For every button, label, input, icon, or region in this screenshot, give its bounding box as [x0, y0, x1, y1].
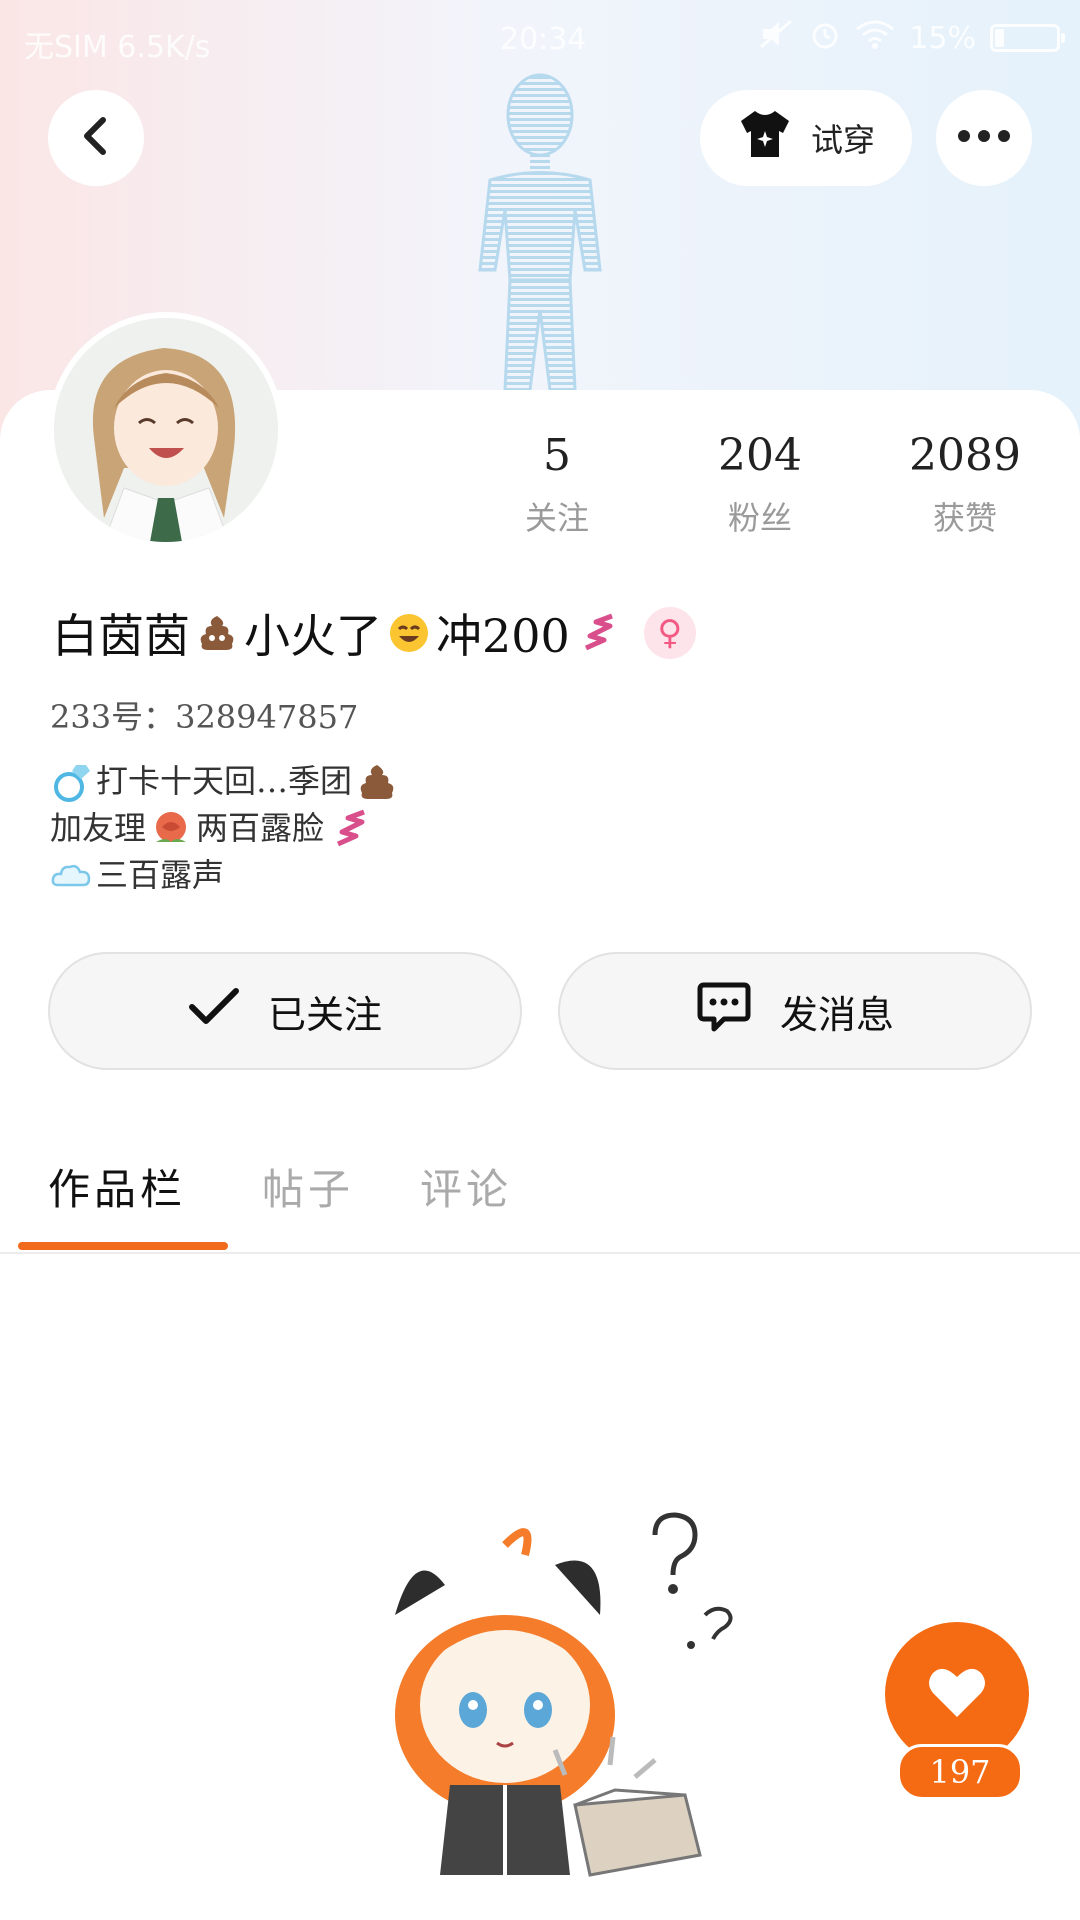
bio-text-3: 两百露脸 [196, 809, 325, 847]
ring-emoji-icon [54, 764, 90, 802]
empty-state-illustration [355, 1505, 755, 1899]
like-button[interactable]: 197 [885, 1622, 1029, 1802]
username-part-3: 冲200 [436, 609, 570, 663]
more-icon [956, 128, 1012, 148]
like-count: 197 [897, 1744, 1023, 1800]
more-button[interactable] [936, 90, 1032, 186]
back-button[interactable] [48, 90, 144, 186]
tshirt-icon [737, 109, 793, 167]
poop-emoji-icon [200, 616, 234, 650]
message-label: 发消息 [779, 992, 894, 1037]
stat-following[interactable]: 5 关注 [482, 430, 632, 539]
bio-text-1: 打卡十天回…季团 [96, 762, 353, 800]
check-icon [188, 987, 240, 1036]
active-tab-indicator [18, 1242, 228, 1250]
try-on-label: 试穿 [810, 121, 875, 159]
stat-likes-count: 2089 [909, 430, 1021, 481]
stat-following-label: 关注 [524, 499, 589, 537]
wifi-icon [855, 19, 895, 57]
clock: 20:34 [500, 22, 587, 57]
status-bar: 无SIM 6.5K/s 20:34 15% [0, 0, 1080, 80]
bio-text-4: 三百露声 [96, 856, 225, 894]
stat-fans-label: 粉丝 [727, 499, 792, 537]
try-on-button[interactable]: 试穿 [700, 90, 912, 186]
zzz-emoji-icon [337, 809, 365, 846]
mute-icon [759, 19, 795, 57]
bio-line-2: 加友理 两百露脸 [50, 805, 398, 852]
avatar[interactable] [48, 312, 284, 548]
avatar-hologram-figure [450, 70, 630, 394]
username: 白茵茵 小火了 冲200 ♀ [52, 600, 696, 666]
chat-bubble-icon [696, 981, 752, 1042]
status-icons: 15% [759, 18, 1065, 58]
stat-likes-label: 获赞 [932, 499, 997, 537]
following-label: 已关注 [267, 992, 382, 1037]
rose-emoji-icon [156, 811, 187, 842]
tab-comments[interactable]: 评论 [420, 1156, 512, 1217]
bio-line-1: 打卡十天回…季团 [50, 758, 398, 805]
battery-text: 15% [909, 20, 976, 56]
message-button[interactable]: 发消息 [558, 952, 1032, 1070]
heart-icon [927, 1665, 987, 1723]
grin-emoji-icon [390, 614, 428, 652]
username-part-2: 小火了 [244, 609, 382, 663]
tab-posts[interactable]: 帖子 [262, 1156, 354, 1217]
bio-line-3: 三百露声 [50, 852, 398, 899]
bio: 打卡十天回…季团 加友理 两百露脸 三百露声 [50, 758, 398, 899]
stat-fans-count: 204 [718, 430, 802, 481]
cloud-emoji-icon [51, 864, 91, 886]
alarm-icon [809, 18, 841, 58]
female-icon: ♀ [643, 607, 696, 659]
stat-likes[interactable]: 2089 获赞 [890, 430, 1040, 539]
poop-emoji-icon [360, 764, 394, 799]
tab-works[interactable]: 作品栏 [48, 1156, 186, 1217]
battery-icon [990, 24, 1065, 52]
username-part-1: 白茵茵 [52, 609, 190, 663]
back-arrow-icon [79, 116, 113, 160]
bio-text-2: 加友理 [50, 809, 147, 847]
avatar-image [54, 318, 278, 542]
stat-fans[interactable]: 204 粉丝 [685, 430, 835, 539]
content-tabs: 作品栏 帖子 评论 [0, 1150, 1080, 1254]
carrier-text: 无SIM 6.5K/s [24, 30, 211, 65]
stat-following-count: 5 [543, 430, 571, 481]
zzz-emoji-icon [584, 613, 613, 651]
user-id: 233号：328947857 [50, 698, 359, 736]
following-button[interactable]: 已关注 [48, 952, 522, 1070]
